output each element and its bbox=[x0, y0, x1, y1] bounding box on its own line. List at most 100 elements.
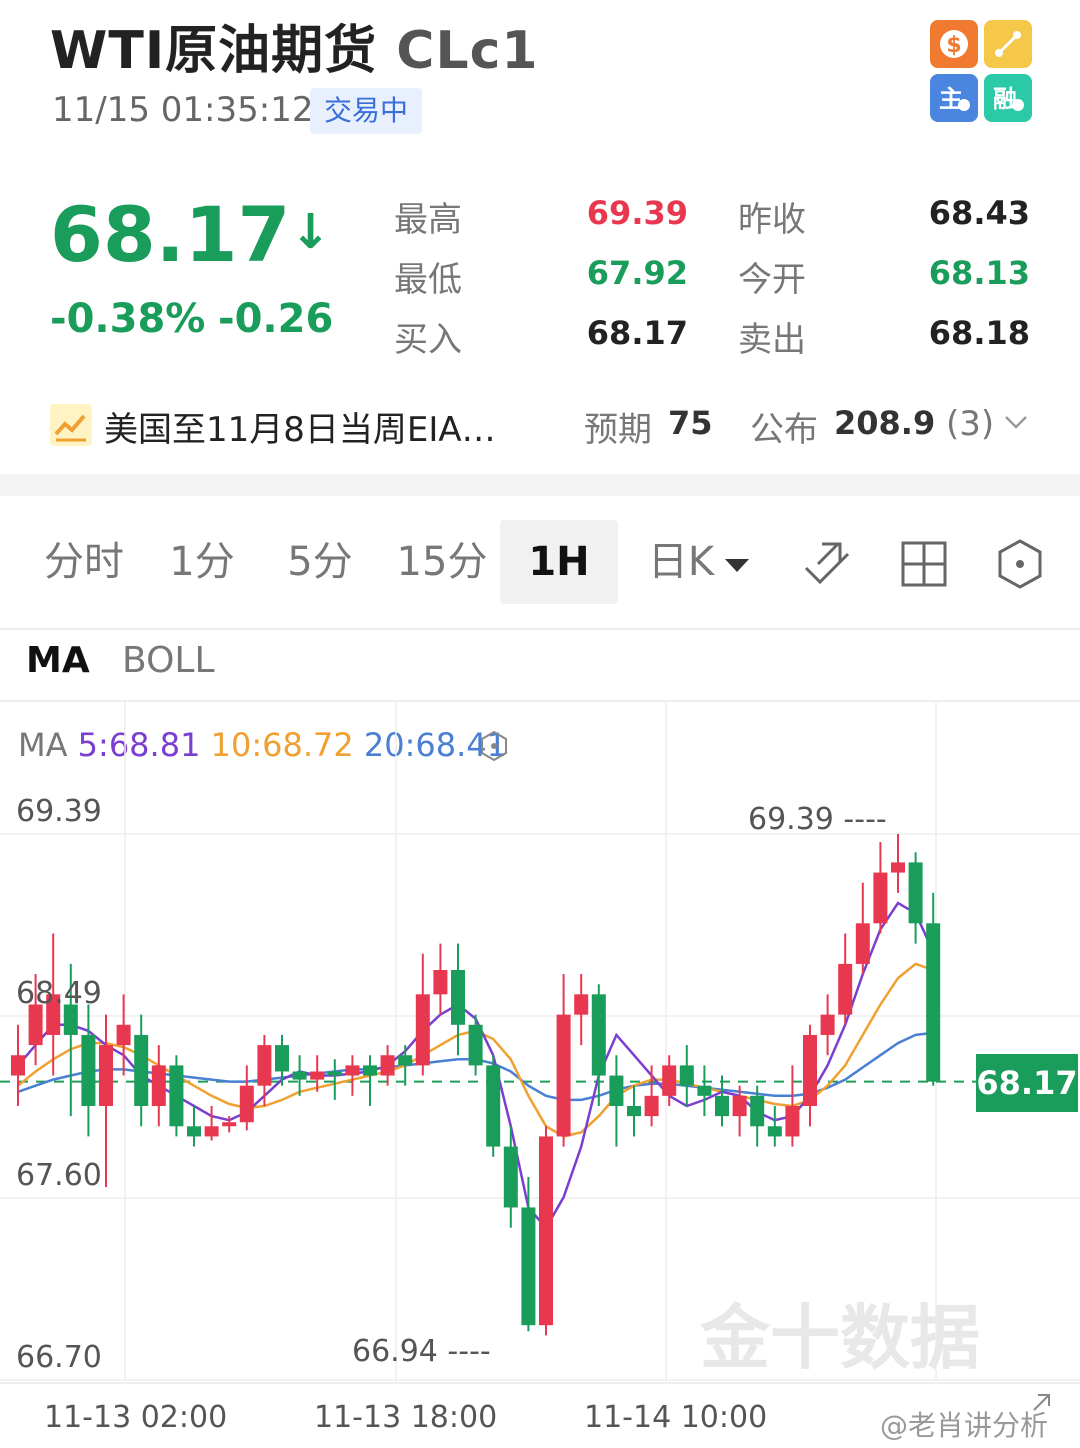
candle-body bbox=[187, 1126, 201, 1137]
candle-body bbox=[908, 862, 923, 924]
tabs-divider bbox=[0, 628, 1080, 630]
ask-value: 68.18 bbox=[928, 314, 1030, 352]
candle-body bbox=[627, 1105, 641, 1117]
tab-15min[interactable]: 15分 bbox=[388, 520, 496, 604]
main-icon[interactable]: 主 bbox=[930, 74, 978, 122]
candle-body bbox=[767, 1126, 782, 1137]
candle-body bbox=[380, 1055, 395, 1076]
candle-body bbox=[99, 1045, 113, 1106]
candle-body bbox=[539, 1136, 553, 1326]
candle-body bbox=[257, 1045, 272, 1086]
high-value: 69.39 bbox=[586, 194, 688, 232]
candle-body bbox=[697, 1085, 712, 1096]
prev-close-label: 昨收 bbox=[738, 200, 806, 240]
candle-body bbox=[468, 1024, 483, 1066]
candle-body bbox=[398, 1055, 413, 1066]
bid-label: 买入 bbox=[394, 320, 462, 360]
y-tick-label: 68.49 bbox=[16, 976, 102, 1011]
high-marker: 69.39 ---- bbox=[748, 802, 887, 837]
prev-close-value: 68.43 bbox=[928, 194, 1030, 232]
candle-body bbox=[222, 1122, 237, 1127]
candle-body bbox=[521, 1207, 536, 1326]
page-title: WTI原油期货 CLc1 bbox=[50, 8, 539, 83]
candle-body bbox=[134, 1034, 149, 1106]
candle-body bbox=[151, 1065, 166, 1106]
current-price-tag: 68.17 bbox=[976, 1054, 1078, 1112]
chevron-down-icon[interactable] bbox=[1002, 408, 1030, 436]
bid-value: 68.17 bbox=[586, 314, 688, 352]
tab-5min[interactable]: 5分 bbox=[272, 520, 368, 604]
tab-daily-k[interactable]: 日K bbox=[636, 520, 726, 604]
candle-body bbox=[662, 1065, 677, 1096]
draw-tool-icon[interactable] bbox=[800, 534, 856, 594]
candle-body bbox=[433, 969, 448, 995]
settings-hex-icon[interactable] bbox=[992, 536, 1048, 596]
tab-timeshare[interactable]: 分时 bbox=[30, 520, 138, 604]
change-amount: -0.26 bbox=[218, 296, 334, 342]
candle-body bbox=[556, 1014, 571, 1137]
x-tick-label: 11-14 10:00 bbox=[584, 1400, 768, 1435]
candle-body bbox=[574, 994, 589, 1015]
news-text: 美国至11月8日当周EIA… bbox=[104, 410, 496, 450]
tab-1h[interactable]: 1H bbox=[500, 520, 618, 604]
finance-icon[interactable]: 融 bbox=[984, 74, 1032, 122]
candle-body bbox=[715, 1095, 729, 1117]
x-tick-label: 11-13 18:00 bbox=[314, 1400, 498, 1435]
candle-body bbox=[275, 1045, 289, 1072]
actual-label: 公布 bbox=[750, 410, 818, 450]
tab-1min[interactable]: 1分 bbox=[156, 520, 248, 604]
x-tick-label: 11-13 02:00 bbox=[44, 1400, 228, 1435]
ask-label: 卖出 bbox=[738, 320, 806, 360]
candle-body bbox=[750, 1095, 765, 1127]
candle-body bbox=[486, 1065, 501, 1147]
candle-body bbox=[345, 1065, 360, 1076]
candle-body bbox=[609, 1075, 624, 1106]
expect-label: 预期 bbox=[584, 410, 652, 450]
indicator-tab-boll[interactable]: BOLL bbox=[122, 640, 215, 681]
candle-body bbox=[116, 1024, 131, 1046]
news-count: (3) bbox=[946, 404, 995, 444]
candle-body bbox=[891, 862, 905, 873]
candle-body bbox=[81, 1034, 96, 1106]
candle-body bbox=[204, 1126, 219, 1137]
low-value: 67.92 bbox=[586, 254, 688, 292]
candle-body bbox=[644, 1095, 659, 1117]
candle-body bbox=[363, 1065, 377, 1076]
open-value: 68.13 bbox=[928, 254, 1030, 292]
link-icon[interactable] bbox=[984, 20, 1032, 68]
candle-body bbox=[327, 1071, 342, 1076]
candle-body bbox=[855, 923, 870, 964]
arrow-down-icon: ↓ bbox=[290, 204, 331, 260]
status-badge: 交易中 bbox=[310, 88, 423, 134]
candle-body bbox=[11, 1055, 25, 1076]
weibo-credit: @老肖讲分析 bbox=[880, 1409, 1049, 1442]
candle-body bbox=[591, 994, 606, 1076]
dollar-icon[interactable]: $ bbox=[930, 20, 978, 68]
caret-down-icon[interactable] bbox=[722, 556, 752, 580]
high-label: 最高 bbox=[394, 200, 462, 240]
candle-body bbox=[310, 1071, 325, 1080]
low-label: 最低 bbox=[394, 260, 462, 300]
watermark: 金十数据 bbox=[700, 1297, 980, 1379]
candle-body bbox=[679, 1065, 694, 1086]
low-marker: 66.94 ---- bbox=[352, 1334, 491, 1369]
expect-value: 75 bbox=[668, 404, 713, 442]
y-tick-label: 66.70 bbox=[16, 1340, 102, 1375]
candle-body bbox=[415, 994, 430, 1066]
expand-icon[interactable] bbox=[1026, 1392, 1052, 1422]
last-price: 68.17↓ bbox=[50, 190, 331, 279]
quote-timestamp: 11/15 01:35:12 bbox=[52, 90, 314, 130]
candle-body bbox=[803, 1034, 817, 1106]
candle-body bbox=[169, 1065, 184, 1127]
y-tick-label: 67.60 bbox=[16, 1158, 102, 1193]
candle-body bbox=[503, 1146, 518, 1208]
news-item[interactable]: 美国至11月8日当周EIA… 预期 75 公布 208.9 (3) bbox=[50, 398, 1050, 454]
candle-body bbox=[926, 923, 941, 1082]
y-tick-label: 69.39 bbox=[16, 794, 102, 829]
actual-value: 208.9 bbox=[834, 404, 936, 442]
candle-body bbox=[785, 1105, 800, 1137]
candle-body bbox=[838, 963, 853, 1015]
open-label: 今开 bbox=[738, 260, 806, 300]
layout-grid-icon[interactable] bbox=[898, 538, 950, 594]
indicator-tab-ma[interactable]: MA bbox=[26, 640, 90, 681]
